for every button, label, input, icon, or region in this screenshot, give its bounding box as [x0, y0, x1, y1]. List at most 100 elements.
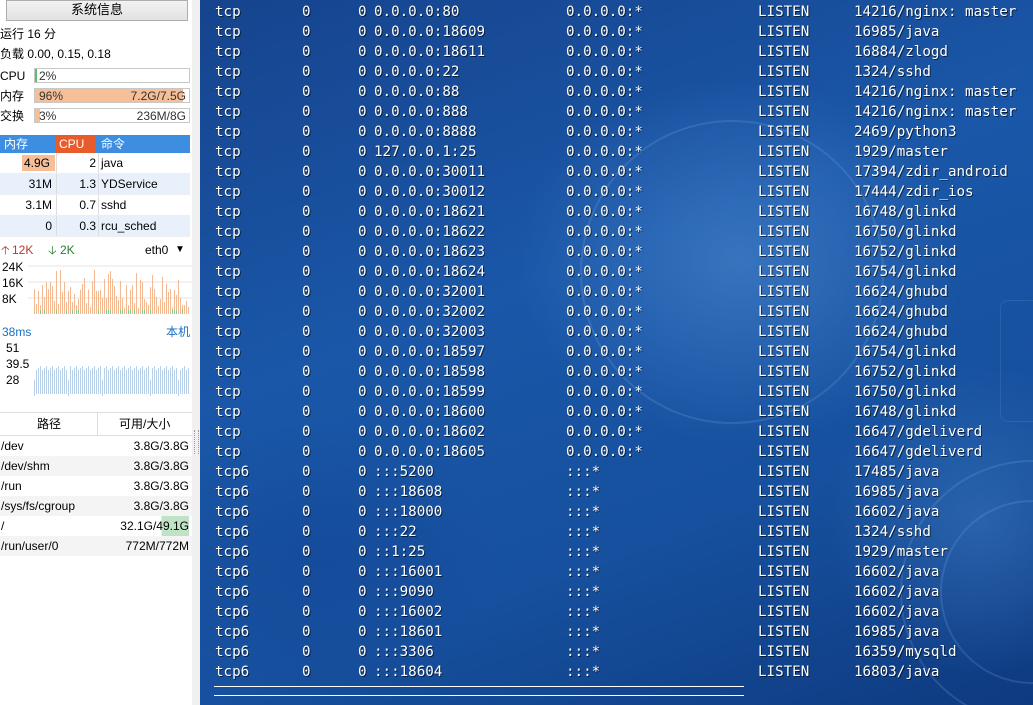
netstat-cell: 16624/ghubd: [854, 324, 948, 340]
netstat-cell: tcp: [215, 124, 241, 140]
netstat-cell: LISTEN: [758, 664, 810, 680]
netstat-cell: 0: [302, 484, 311, 500]
filesystem-row[interactable]: /sys/fs/cgroup 3.8G/3.8G: [0, 496, 192, 516]
col-header-cpu[interactable]: CPU: [56, 135, 96, 153]
latency-bar: [90, 370, 91, 394]
download-speed: 2K: [60, 243, 75, 257]
net-bar: [164, 302, 165, 314]
netstat-cell: tcp6: [215, 564, 250, 580]
latency-value: 38ms: [2, 325, 32, 339]
col-header-cmd[interactable]: 命令: [101, 135, 125, 153]
filesystem-size: 3.8G/3.8G: [133, 439, 189, 453]
net-bar: [116, 296, 117, 314]
netstat-cell: tcp: [215, 44, 241, 60]
netstat-cell: 0.0.0.0:18623: [374, 244, 486, 260]
net-y-label: 8K: [2, 292, 17, 306]
panel-splitter[interactable]: [192, 0, 200, 705]
netstat-cell: 0: [358, 484, 367, 500]
net-bar: [68, 291, 69, 314]
filesystem-row[interactable]: /dev/shm 3.8G/3.8G: [0, 456, 192, 476]
net-bar-down: [108, 310, 109, 314]
process-command: sshd: [101, 198, 127, 212]
netstat-cell: LISTEN: [758, 304, 810, 320]
netstat-cell: 0: [358, 464, 367, 480]
net-bar: [132, 285, 133, 314]
meter-percent: 2%: [39, 69, 57, 83]
net-bar: [168, 292, 169, 314]
netstat-cell: LISTEN: [758, 544, 810, 560]
netstat-cell: LISTEN: [758, 324, 810, 340]
net-y-label: 16K: [2, 276, 23, 290]
latency-bar: [36, 370, 37, 394]
net-bar: [170, 289, 171, 314]
netstat-cell: tcp: [215, 64, 241, 80]
latency-bar: [80, 368, 81, 394]
net-bar: [100, 290, 101, 314]
process-cpu: 1.3: [79, 177, 96, 191]
meter-2: 交换 3% 236M/8G: [0, 107, 192, 125]
net-bar: [52, 286, 53, 314]
netstat-cell: 0: [302, 524, 311, 540]
filesystem-row[interactable]: / 32.1G/49.1G: [0, 516, 192, 536]
col-header-path[interactable]: 路径: [37, 413, 61, 435]
filesystem-path: /: [1, 519, 5, 533]
meter-value: 7.2G/7.5G: [130, 89, 186, 103]
splitter-grip-icon[interactable]: [194, 430, 199, 454]
net-bar: [92, 281, 93, 314]
netstat-cell: 0: [358, 624, 367, 640]
netstat-cell: 0: [302, 284, 311, 300]
latency-bar: [70, 366, 71, 394]
filesystem-size: 3.8G/3.8G: [133, 499, 189, 513]
netstat-cell: 0: [358, 444, 367, 460]
netstat-cell: 0.0.0.0:18624: [374, 264, 486, 280]
net-bar: [124, 308, 125, 314]
process-row[interactable]: 31M 1.3 YDService: [0, 174, 190, 195]
col-header-mem[interactable]: 内存: [4, 135, 28, 153]
netstat-cell: 16752/glinkd: [854, 364, 957, 380]
filesystem-row[interactable]: /run 3.8G/3.8G: [0, 476, 192, 496]
netstat-cell: LISTEN: [758, 204, 810, 220]
netstat-cell: 16624/ghubd: [854, 304, 948, 320]
process-command: java: [101, 156, 124, 170]
netstat-cell: 0.0.0.0:18598: [374, 364, 486, 380]
net-bar: [158, 306, 159, 314]
net-bar-down: [130, 310, 131, 314]
netstat-cell: :::3306: [374, 644, 434, 660]
net-bar-down: [172, 310, 173, 314]
net-bar: [188, 307, 189, 314]
netstat-cell: 0.0.0.0:18621: [374, 204, 486, 220]
netstat-cell: tcp: [215, 404, 241, 420]
netstat-cell: LISTEN: [758, 624, 810, 640]
netstat-cell: 0.0.0.0:32001: [374, 284, 486, 300]
latency-bar: [180, 370, 181, 394]
netstat-cell: 0: [302, 544, 311, 560]
latency-bar: [136, 366, 137, 394]
netstat-cell: 1929/master: [854, 544, 948, 560]
chevron-down-icon[interactable]: ▼: [175, 241, 185, 259]
netstat-cell: 0.0.0.0:18600: [374, 404, 486, 420]
netstat-cell: 0: [302, 604, 311, 620]
net-bar: [180, 298, 181, 314]
process-row[interactable]: 0 0.3 rcu_sched: [0, 216, 190, 237]
latency-bar: [52, 366, 53, 394]
netstat-cell: 16748/glinkd: [854, 404, 957, 420]
filesystem-row[interactable]: /dev 3.8G/3.8G: [0, 436, 192, 456]
netstat-cell: 16985/java: [854, 24, 940, 40]
process-row[interactable]: 3.1M 0.7 sshd: [0, 195, 190, 216]
net-bar: [84, 278, 85, 314]
latency-host[interactable]: 本机: [166, 323, 190, 341]
netstat-cell: 0.0.0.0:*: [566, 444, 643, 460]
interface-select[interactable]: eth0: [145, 241, 168, 259]
net-bar: [114, 286, 115, 314]
latency-bar: [56, 368, 57, 394]
col-header-size[interactable]: 可用/大小: [119, 413, 170, 435]
netstat-cell: 14216/nginx: master: [854, 4, 1017, 20]
system-info-sidebar: 系统信息 运行 16 分 负载 0.00, 0.15, 0.18 CPU 2% 内存…: [0, 0, 193, 705]
system-info-button[interactable]: 系统信息: [6, 0, 188, 21]
filesystem-row[interactable]: /run/user/0 772M/772M: [0, 536, 192, 556]
net-bar: [142, 282, 143, 314]
netstat-cell: 16359/mysqld: [854, 644, 957, 660]
net-bar: [178, 280, 179, 314]
process-row[interactable]: 4.9G 2 java: [0, 153, 190, 174]
terminal-output[interactable]: tcp 0 0 0.0.0.0:80 0.0.0.0:* LISTEN 14216/ngin…: [200, 0, 1033, 705]
